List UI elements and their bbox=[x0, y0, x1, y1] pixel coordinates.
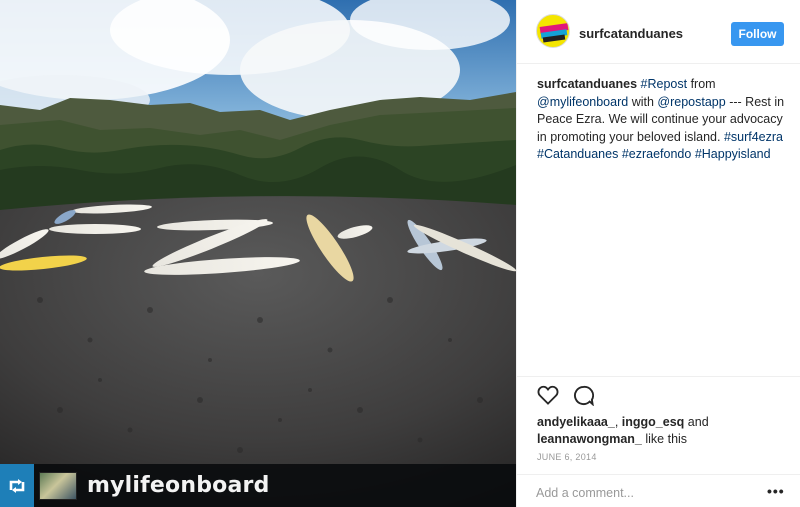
more-options-button[interactable]: ••• bbox=[767, 483, 785, 499]
action-icons bbox=[537, 385, 594, 406]
liker-inggo-esq[interactable]: inggo_esq bbox=[622, 415, 685, 429]
repost-icon bbox=[0, 464, 34, 507]
comment-bar: ••• bbox=[517, 474, 800, 507]
post-date: JUNE 6, 2014 bbox=[537, 452, 597, 462]
hashtag-repost[interactable]: #Repost bbox=[641, 77, 688, 91]
post-details-panel: surfcatanduanes Follow surfcatanduanes #… bbox=[516, 0, 800, 507]
comment-icon[interactable] bbox=[573, 385, 594, 406]
comment-input[interactable] bbox=[536, 486, 736, 500]
hashtag-ezraefondo[interactable]: #ezraefondo bbox=[622, 147, 692, 161]
hashtag-surf4ezra[interactable]: #surf4ezra bbox=[724, 130, 783, 144]
avatar[interactable] bbox=[536, 14, 570, 48]
header-username[interactable]: surfcatanduanes bbox=[579, 26, 683, 41]
repost-username: mylifeonboard bbox=[87, 473, 270, 498]
likes-and: and bbox=[687, 415, 709, 429]
likes-summary: andyelikaaa_, inggo_esq and leannawongma… bbox=[537, 415, 709, 446]
likes-suffix: like this bbox=[645, 432, 688, 446]
liker-andyelikaaa[interactable]: andyelikaaa_ bbox=[537, 415, 615, 429]
mention-repostapp[interactable]: @repostapp bbox=[657, 95, 725, 109]
repost-thumbnail bbox=[39, 471, 77, 500]
mention-mylifeonboard[interactable]: @mylifeonboard bbox=[537, 95, 628, 109]
hashtag-happyisland[interactable]: #Happyisland bbox=[695, 147, 771, 161]
beach-scene-image bbox=[0, 0, 516, 507]
repost-banner: mylifeonboard bbox=[0, 464, 516, 507]
caption-text-with: with bbox=[631, 94, 654, 109]
caption-text-from: from bbox=[690, 77, 716, 91]
hashtag-catanduanes[interactable]: #Catanduanes bbox=[537, 147, 618, 161]
caption-username[interactable]: surfcatanduanes bbox=[537, 77, 637, 91]
heart-icon[interactable] bbox=[537, 385, 559, 406]
follow-button[interactable]: Follow bbox=[731, 22, 784, 46]
post-caption: surfcatanduanes #Repost from @mylifeonbo… bbox=[537, 76, 787, 164]
actions-divider bbox=[517, 376, 800, 377]
post-photo[interactable]: mylifeonboard bbox=[0, 0, 516, 507]
liker-leannawongman[interactable]: leannawongman_ bbox=[537, 432, 642, 446]
post-header: surfcatanduanes Follow bbox=[517, 0, 800, 64]
